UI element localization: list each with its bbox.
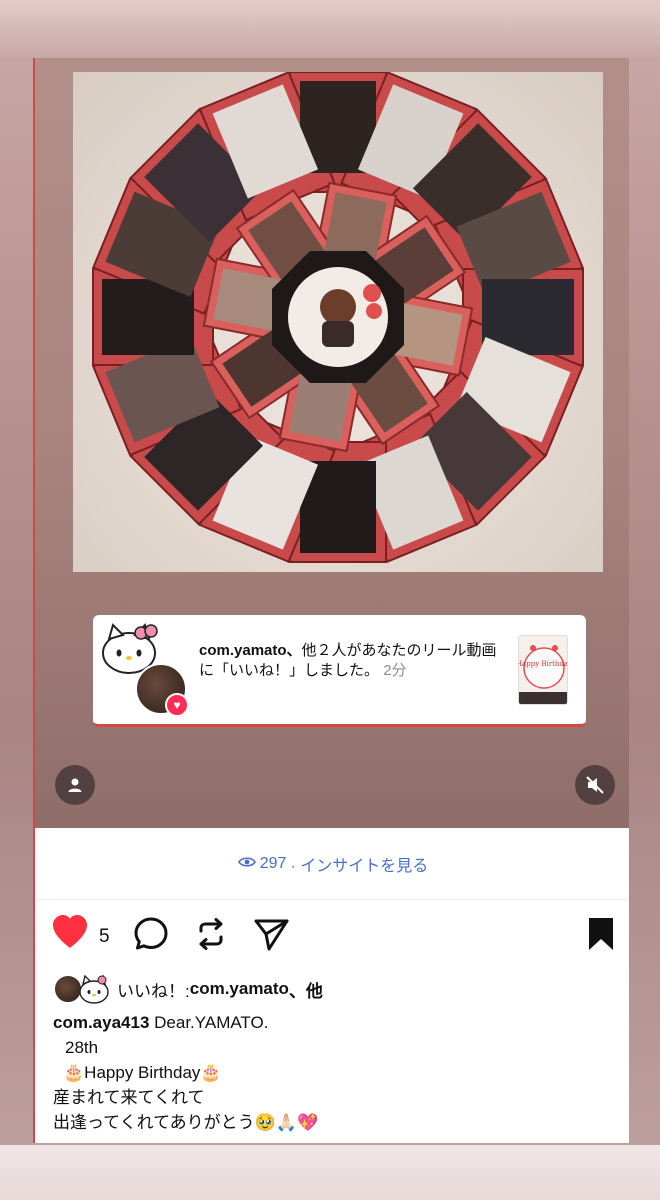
post-actions-area: 5 いいね！: com.yamato 、他 com.aya413 Dear.YA… bbox=[35, 900, 629, 1143]
background-blur-bottom bbox=[0, 1145, 660, 1200]
background-blur-top bbox=[0, 0, 660, 60]
heart-badge-icon: ♥ bbox=[165, 693, 189, 717]
like-notification-banner[interactable]: ♥ com.yamato、他２人があなたのリール動画に「いいね！」しました。 2… bbox=[93, 615, 586, 727]
explosion-box-photo bbox=[91, 72, 585, 564]
save-button[interactable] bbox=[586, 916, 616, 957]
repost-icon bbox=[199, 918, 223, 950]
notification-avatars: ♥ bbox=[99, 623, 189, 719]
view-count: 297 bbox=[259, 854, 287, 872]
send-icon bbox=[254, 919, 289, 951]
likes-prefix: いいね！: bbox=[117, 981, 190, 1001]
liker-avatars bbox=[53, 974, 115, 1004]
caption-line3: Happy Birthday bbox=[84, 1063, 201, 1082]
caption-username[interactable]: com.aya413 bbox=[53, 1013, 149, 1032]
reel-thumbnail[interactable]: Happy Birthday bbox=[518, 635, 568, 705]
caption-line4: 産まれて来てくれて bbox=[53, 1088, 205, 1107]
like-count[interactable]: 5 bbox=[99, 926, 110, 948]
post-card: ♥ com.yamato、他２人があなたのリール動画に「いいね！」しました。 2… bbox=[33, 58, 629, 1143]
heart-icon bbox=[53, 915, 87, 948]
center-octagon bbox=[272, 251, 404, 383]
likes-summary[interactable]: いいね！: com.yamato 、他 bbox=[53, 974, 323, 1004]
likes-suffix[interactable]: 、他 bbox=[289, 977, 323, 1002]
insights-label: · インサイトを見る bbox=[290, 857, 429, 875]
caption-end-emoji: 🥹🙏🏻💖 bbox=[254, 1113, 319, 1132]
mute-button[interactable] bbox=[575, 765, 615, 805]
caption-line2: 28th bbox=[65, 1038, 99, 1057]
likes-username[interactable]: com.yamato bbox=[190, 979, 289, 999]
notification-username[interactable]: com.yamato、 bbox=[199, 642, 302, 659]
comment-button[interactable] bbox=[133, 916, 169, 957]
action-row: 5 bbox=[51, 914, 616, 958]
caption-line5: 出逢ってくれてありがとう bbox=[53, 1113, 255, 1132]
cake-emoji-right: 🎂 bbox=[200, 1063, 222, 1082]
notification-text: com.yamato、他２人があなたのリール動画に「いいね！」しました。 2分 bbox=[199, 641, 499, 681]
comment-icon bbox=[134, 917, 168, 950]
notification-time: 2分 bbox=[383, 662, 407, 679]
like-button[interactable] bbox=[51, 914, 89, 955]
thumb-text: Happy Birthday bbox=[519, 660, 568, 668]
view-insights-link[interactable]: 297 · インサイトを見る bbox=[35, 828, 629, 900]
repost-button[interactable] bbox=[193, 916, 229, 957]
bookmark-icon bbox=[589, 918, 613, 950]
post-photo bbox=[73, 72, 603, 572]
cake-emoji-left: 🎂 bbox=[63, 1063, 85, 1082]
birthday-cake-thumbnail: Happy Birthday bbox=[519, 636, 568, 704]
caption-line1: Dear.YAMATO. bbox=[154, 1013, 269, 1032]
hello-kitty-mini-avatar bbox=[79, 974, 109, 1004]
post-caption: com.aya413 Dear.YAMATO. 28th 🎂Happy Birt… bbox=[53, 1010, 613, 1135]
user-icon bbox=[68, 778, 82, 792]
user-tag-button[interactable] bbox=[55, 765, 95, 805]
eye-icon bbox=[237, 855, 256, 873]
send-button[interactable] bbox=[253, 916, 291, 957]
mute-icon bbox=[586, 776, 604, 794]
reel-media[interactable]: ♥ com.yamato、他２人があなたのリール動画に「いいね！」しました。 2… bbox=[35, 58, 629, 828]
